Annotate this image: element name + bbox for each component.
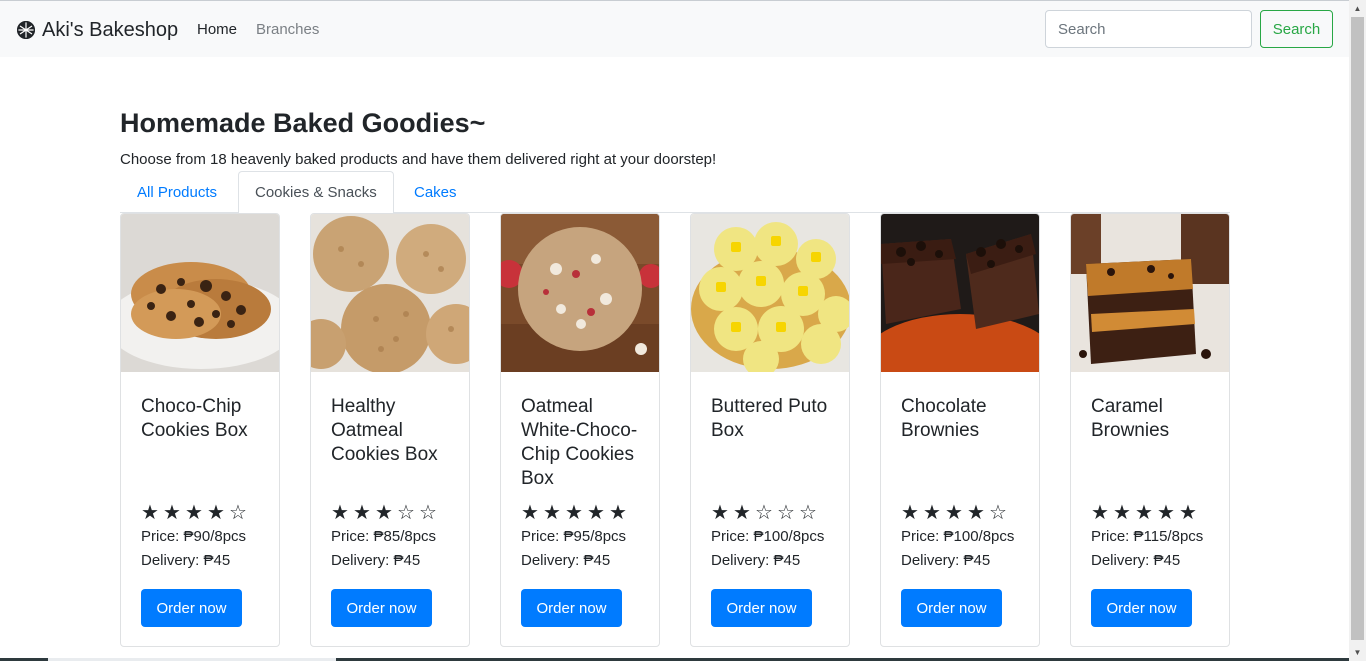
product-image (691, 214, 849, 372)
star-filled-icon: ★ (207, 502, 225, 524)
star-empty-icon: ☆ (419, 502, 437, 524)
star-filled-icon: ★ (185, 502, 203, 524)
product-image (311, 214, 469, 372)
rating-stars: ★ ★ ★ ★ ☆ (141, 503, 251, 523)
product-image (881, 214, 1039, 372)
star-filled-icon: ★ (375, 502, 393, 524)
nav-home-link[interactable]: Home (197, 20, 237, 40)
product-card: Healthy Oatmeal Cookies Box ★ ★ ★ ☆ ☆ Price:… (310, 213, 470, 647)
page-title: Homemade Baked Goodies~ (120, 108, 486, 138)
product-name: Healthy Oatmeal Cookies Box (331, 396, 438, 465)
nav-branches-link[interactable]: Branches (256, 20, 319, 40)
star-filled-icon: ★ (609, 502, 627, 524)
rating-stars: ★ ★ ☆ ☆ ☆ (711, 503, 821, 523)
star-filled-icon: ★ (923, 502, 941, 524)
star-empty-icon: ☆ (755, 502, 773, 524)
order-now-button[interactable]: Order now (331, 589, 432, 627)
order-now-button[interactable]: Order now (711, 589, 812, 627)
product-price: Price: ₱85/8pcs (331, 528, 437, 545)
star-empty-icon: ☆ (989, 502, 1007, 524)
star-filled-icon: ★ (521, 502, 539, 524)
star-filled-icon: ★ (1157, 502, 1175, 524)
rating-stars: ★ ★ ★ ☆ ☆ (331, 503, 441, 523)
star-filled-icon: ★ (711, 502, 729, 524)
tab-cookies-snacks[interactable]: Cookies & Snacks (238, 171, 394, 214)
delivery-fee: Delivery: ₱45 (331, 552, 421, 569)
delivery-fee: Delivery: ₱45 (901, 552, 991, 569)
star-filled-icon: ★ (1179, 502, 1197, 524)
star-filled-icon: ★ (1091, 502, 1109, 524)
product-name: Buttered Puto Box (711, 396, 828, 441)
order-now-button[interactable]: Order now (521, 589, 622, 627)
search-button[interactable]: Search (1260, 10, 1333, 48)
product-card: Oatmeal White-Choco-Chip Cookies Box ★ ★ ★… (500, 213, 660, 647)
product-card: Buttered Puto Box ★ ★ ☆ ☆ ☆ Price: ₱100/8pcs… (690, 213, 850, 647)
star-filled-icon: ★ (733, 502, 751, 524)
product-name: Choco-Chip Cookies Box (141, 396, 248, 441)
star-filled-icon: ★ (141, 502, 159, 524)
tab-cakes[interactable]: Cakes (397, 171, 474, 213)
page-subtitle: Choose from 18 heavenly baked products a… (120, 151, 717, 168)
delivery-fee: Delivery: ₱45 (521, 552, 611, 569)
star-empty-icon: ☆ (229, 502, 247, 524)
product-image (121, 214, 279, 372)
star-filled-icon: ★ (901, 502, 919, 524)
order-now-button[interactable]: Order now (901, 589, 1002, 627)
product-card: Caramel Brownies ★ ★ ★ ★ ★ Price: ₱115/8pcs … (1070, 213, 1230, 647)
order-now-button[interactable]: Order now (141, 589, 242, 627)
order-now-button[interactable]: Order now (1091, 589, 1192, 627)
tab-all-products[interactable]: All Products (120, 171, 234, 213)
product-price: Price: ₱100/8pcs (711, 528, 825, 545)
scroll-thumb[interactable] (1351, 17, 1364, 640)
star-filled-icon: ★ (1113, 502, 1131, 524)
delivery-fee: Delivery: ₱45 (1091, 552, 1181, 569)
product-card: Choco-Chip Cookies Box ★ ★ ★ ★ ☆ Price: ₱90/… (120, 213, 280, 647)
rating-stars: ★ ★ ★ ★ ★ (521, 503, 631, 523)
delivery-fee: Delivery: ₱45 (141, 552, 231, 569)
product-price: Price: ₱95/8pcs (521, 528, 627, 545)
rating-stars: ★ ★ ★ ★ ☆ (901, 503, 1011, 523)
search-input[interactable] (1045, 10, 1252, 48)
star-filled-icon: ★ (945, 502, 963, 524)
scroll-down-arrow-icon[interactable]: ▼ (1349, 644, 1366, 661)
product-card: Chocolate Brownies ★ ★ ★ ★ ☆ Price: ₱100/8pc… (880, 213, 1040, 647)
star-empty-icon: ☆ (397, 502, 415, 524)
delivery-fee: Delivery: ₱45 (711, 552, 801, 569)
cookie-logo-icon (16, 20, 36, 40)
navbar: Aki's Bakeshop Home Branches Search (0, 1, 1349, 57)
brand-name: Aki's Bakeshop (42, 19, 179, 41)
star-empty-icon: ☆ (777, 502, 795, 524)
star-filled-icon: ★ (565, 502, 583, 524)
star-filled-icon: ★ (163, 502, 181, 524)
product-image (501, 214, 659, 372)
star-filled-icon: ★ (331, 502, 349, 524)
product-name: Caramel Brownies (1091, 396, 1170, 441)
star-empty-icon: ☆ (799, 502, 817, 524)
star-filled-icon: ★ (587, 502, 605, 524)
star-filled-icon: ★ (1135, 502, 1153, 524)
star-filled-icon: ★ (353, 502, 371, 524)
rating-stars: ★ ★ ★ ★ ★ (1091, 503, 1201, 523)
star-filled-icon: ★ (967, 502, 985, 524)
scroll-up-arrow-icon[interactable]: ▲ (1349, 0, 1366, 17)
product-image (1071, 214, 1229, 372)
category-tabs: All Products Cookies & Snacks Cakes (120, 171, 1230, 214)
page-scrollbar[interactable]: ▲ ▼ (1349, 0, 1366, 661)
brand-link[interactable]: Aki's Bakeshop (16, 17, 178, 43)
product-price: Price: ₱115/8pcs (1091, 528, 1204, 545)
product-price: Price: ₱90/8pcs (141, 528, 247, 545)
product-name: Oatmeal White-Choco-Chip Cookies Box (521, 396, 638, 489)
star-filled-icon: ★ (543, 502, 561, 524)
product-name: Chocolate Brownies (901, 396, 987, 441)
product-price: Price: ₱100/8pcs (901, 528, 1015, 545)
